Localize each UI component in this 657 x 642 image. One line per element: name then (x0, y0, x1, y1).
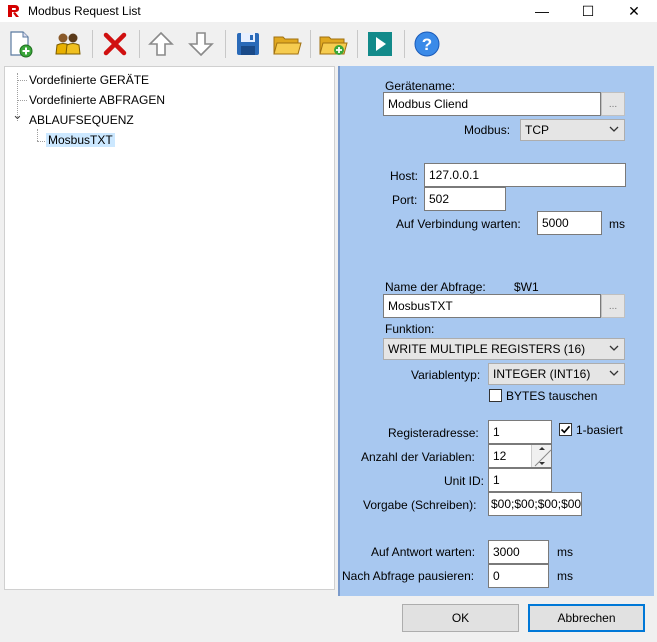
function-select[interactable]: WRITE MULTIPLE REGISTERS (16) (383, 338, 625, 360)
default-write-label: Vorgabe (Schreiben): (363, 498, 477, 512)
ok-button[interactable]: OK (402, 604, 519, 632)
vartype-label: Variablentyp: (411, 368, 481, 382)
run-icon (368, 32, 392, 56)
modbus-label: Modbus: (464, 123, 511, 137)
arrow-up-icon (148, 31, 174, 56)
query-name-label: Name der Abfrage: (385, 280, 486, 294)
host-input[interactable]: 127.0.0.1 (424, 163, 626, 187)
run-button[interactable] (365, 29, 395, 59)
chevron-down-icon[interactable]: ⌄ (12, 107, 23, 123)
minimize-icon: — (535, 3, 549, 19)
title-bar: Modbus Request List — ☐ ✕ (0, 0, 657, 22)
move-down-button[interactable] (186, 29, 216, 59)
swap-bytes-label: BYTES tauschen (506, 389, 598, 403)
host-label: Host: (390, 169, 419, 183)
maximize-icon: ☐ (581, 2, 595, 19)
save-icon (237, 33, 259, 55)
chevron-down-icon (609, 126, 619, 132)
ok-button-label: OK (451, 611, 470, 625)
connect-wait-label: Auf Verbindung warten: (396, 217, 521, 231)
delete-icon (103, 32, 127, 56)
app-logo-icon (7, 4, 21, 18)
open-button[interactable] (272, 29, 302, 59)
help-icon: ? (414, 31, 440, 57)
new-request-button[interactable] (5, 29, 35, 59)
port-input[interactable]: 502 (424, 187, 506, 211)
new-document-icon (10, 31, 33, 58)
tree-item-label: ABLAUFSEQUENZ (29, 113, 134, 127)
var-count-value: 12 (493, 449, 507, 463)
chevron-down-icon (609, 345, 619, 351)
connect-wait-input[interactable]: 5000 (537, 211, 602, 235)
port-label: Port: (392, 193, 418, 207)
response-wait-input[interactable]: 3000 (488, 540, 549, 564)
open-folder-icon (273, 36, 302, 55)
register-address-input[interactable]: 1 (488, 420, 552, 444)
query-code: $W1 (514, 280, 539, 294)
tree-item-mosbustxt[interactable]: MosbusTXT (46, 133, 115, 147)
chevron-down-icon (609, 370, 619, 376)
svg-text:?: ? (422, 35, 432, 54)
tree-item-predefined-devices[interactable]: Vordefinierte GERÄTE (29, 73, 149, 87)
users-icon (55, 33, 81, 55)
default-write-input[interactable]: $00;$00;$00;$00 (488, 492, 582, 516)
close-button[interactable]: ✕ (611, 0, 657, 22)
checkmark-icon (560, 425, 571, 434)
tree-view[interactable]: Vordefinierte GERÄTE Vordefinierte ABFRA… (4, 66, 335, 590)
function-label: Funktion: (385, 322, 435, 336)
unit-id-label: Unit ID: (444, 474, 485, 488)
window-title: Modbus Request List (28, 4, 141, 18)
one-based-checkbox[interactable] (559, 423, 572, 436)
pause-label: Nach Abfrage pausieren: (342, 569, 475, 583)
query-name-input[interactable]: MosbusTXT (383, 294, 601, 318)
tree-item-predefined-queries[interactable]: Vordefinierte ABFRAGEN (29, 93, 165, 107)
help-button[interactable]: ? (412, 29, 442, 59)
function-value: WRITE MULTIPLE REGISTERS (16) (388, 342, 586, 356)
cancel-button-label: Abbrechen (557, 611, 616, 625)
tree-item-label: MosbusTXT (46, 133, 115, 147)
move-up-button[interactable] (146, 29, 176, 59)
devices-button[interactable] (53, 29, 83, 59)
modbus-select[interactable]: TCP (520, 119, 625, 141)
response-wait-unit: ms (557, 545, 573, 559)
modbus-value: TCP (525, 123, 549, 137)
save-button[interactable] (233, 29, 263, 59)
one-based-label: 1-basiert (576, 423, 623, 437)
vartype-value: INTEGER (INT16) (493, 367, 591, 381)
close-icon: ✕ (628, 2, 640, 19)
query-browse-button[interactable]: ... (601, 294, 625, 318)
device-name-input[interactable]: Modbus Cliend (383, 92, 601, 116)
var-count-label: Anzahl der Variablen: (361, 450, 475, 464)
tree-item-label: Vordefinierte ABFRAGEN (29, 93, 166, 107)
device-browse-button[interactable]: ... (601, 92, 625, 116)
new-folder-button[interactable] (318, 29, 348, 59)
minimize-button[interactable]: — (519, 0, 565, 22)
delete-button[interactable] (100, 29, 130, 59)
properties-panel: Gerätename: Modbus Cliend ... Modbus: TC… (338, 66, 654, 596)
response-wait-label: Auf Antwort warten: (371, 545, 476, 559)
var-count-spinner[interactable] (531, 445, 552, 467)
pause-input[interactable]: 0 (488, 564, 549, 588)
spinner-arrows-icon (534, 447, 552, 467)
vartype-select[interactable]: INTEGER (INT16) (488, 363, 625, 385)
tree-item-label: Vordefinierte GERÄTE (29, 73, 150, 87)
connect-wait-unit: ms (609, 217, 625, 231)
cancel-button[interactable]: Abbrechen (528, 604, 645, 632)
register-address-label: Registeradresse: (388, 426, 479, 440)
dialog-button-bar: OK Abbrechen (0, 596, 657, 642)
tree-item-sequence[interactable]: ABLAUFSEQUENZ (29, 113, 134, 127)
swap-bytes-checkbox[interactable] (489, 389, 502, 402)
new-folder-icon (319, 36, 348, 55)
maximize-button[interactable]: ☐ (565, 0, 611, 22)
arrow-down-icon (188, 32, 214, 57)
device-name-label: Gerätename: (385, 79, 456, 93)
toolbar: ? (0, 24, 657, 64)
unit-id-input[interactable]: 1 (488, 468, 552, 492)
pause-unit: ms (557, 569, 573, 583)
